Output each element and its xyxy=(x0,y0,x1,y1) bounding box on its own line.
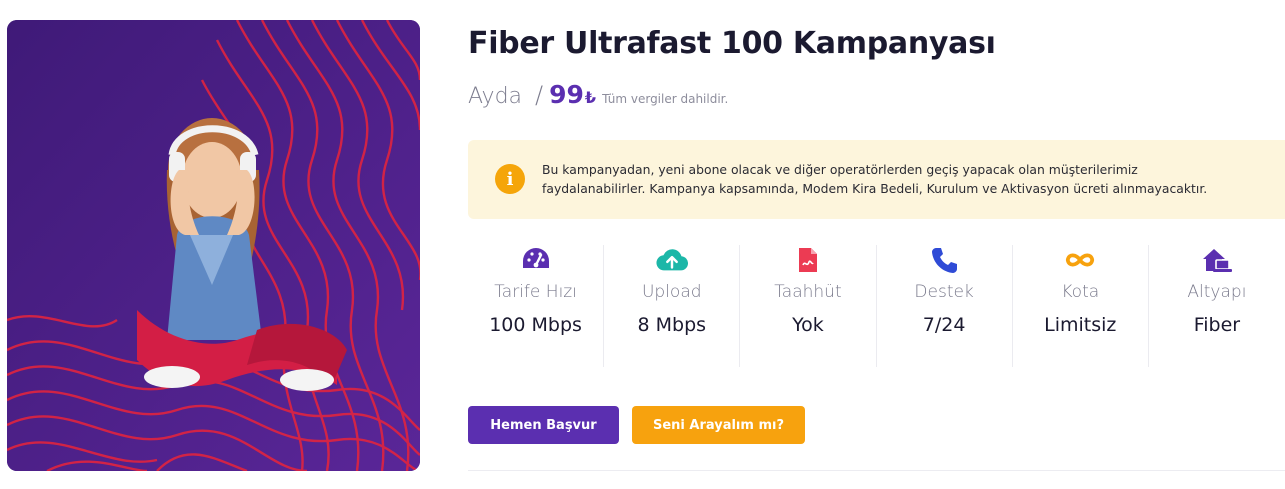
feature-value: 8 Mbps xyxy=(637,314,707,336)
feature-value: 100 Mbps xyxy=(489,314,582,336)
feature-label: Tarife Hızı xyxy=(494,282,577,302)
feature-upload: Upload 8 Mbps xyxy=(604,245,741,367)
feature-list: Tarife Hızı 100 Mbps Upload 8 Mbps Taahh… xyxy=(468,245,1285,367)
feature-quota: Kota Limitsiz xyxy=(1013,245,1149,367)
notice-text: Bu kampanyadan, yeni abone olacak ve diğ… xyxy=(542,162,1208,196)
info-icon: i xyxy=(495,164,525,194)
feature-label: Taahhüt xyxy=(774,282,842,302)
apply-now-button[interactable]: Hemen Başvur xyxy=(468,406,619,444)
feature-commitment: Taahhüt Yok xyxy=(740,245,877,367)
price-line: Ayda / 99 ₺ Tüm vergiler dahildir. xyxy=(468,80,728,110)
phone-icon xyxy=(928,245,960,275)
campaign-notice: i Bu kampanyadan, yeni abone olacak ve d… xyxy=(468,140,1285,219)
feature-value: Yok xyxy=(792,314,824,336)
cloud-upload-icon xyxy=(656,245,688,275)
price-amount: 99 xyxy=(549,80,584,109)
feature-value: Fiber xyxy=(1193,314,1241,336)
speedometer-icon xyxy=(520,245,552,275)
infinity-icon xyxy=(1064,245,1096,275)
feature-label: Upload xyxy=(641,282,702,302)
feature-support: Destek 7/24 xyxy=(877,245,1013,367)
feature-label: Kota xyxy=(1061,282,1100,302)
feature-label: Destek xyxy=(914,282,974,302)
feature-speed: Tarife Hızı 100 Mbps xyxy=(468,245,605,367)
feature-value: 7/24 xyxy=(922,314,966,336)
campaign-title: Fiber Ultrafast 100 Kampanyası xyxy=(468,26,996,61)
feature-label: Altyapı xyxy=(1187,282,1247,302)
feature-value: Limitsiz xyxy=(1044,314,1117,336)
divider xyxy=(468,470,1285,471)
document-icon xyxy=(792,245,824,275)
campaign-hero-image xyxy=(7,20,420,471)
currency-symbol: ₺ xyxy=(584,88,597,107)
home-laptop-icon xyxy=(1201,245,1233,275)
price-period: Ayda xyxy=(468,84,523,109)
request-callback-button[interactable]: Seni Arayalım mı? xyxy=(632,406,805,444)
hero-illustration xyxy=(7,20,420,471)
price-separator: / xyxy=(535,81,544,109)
feature-infrastructure: Altyapı Fiber xyxy=(1149,245,1285,367)
tax-note: Tüm vergiler dahildir. xyxy=(602,92,729,106)
